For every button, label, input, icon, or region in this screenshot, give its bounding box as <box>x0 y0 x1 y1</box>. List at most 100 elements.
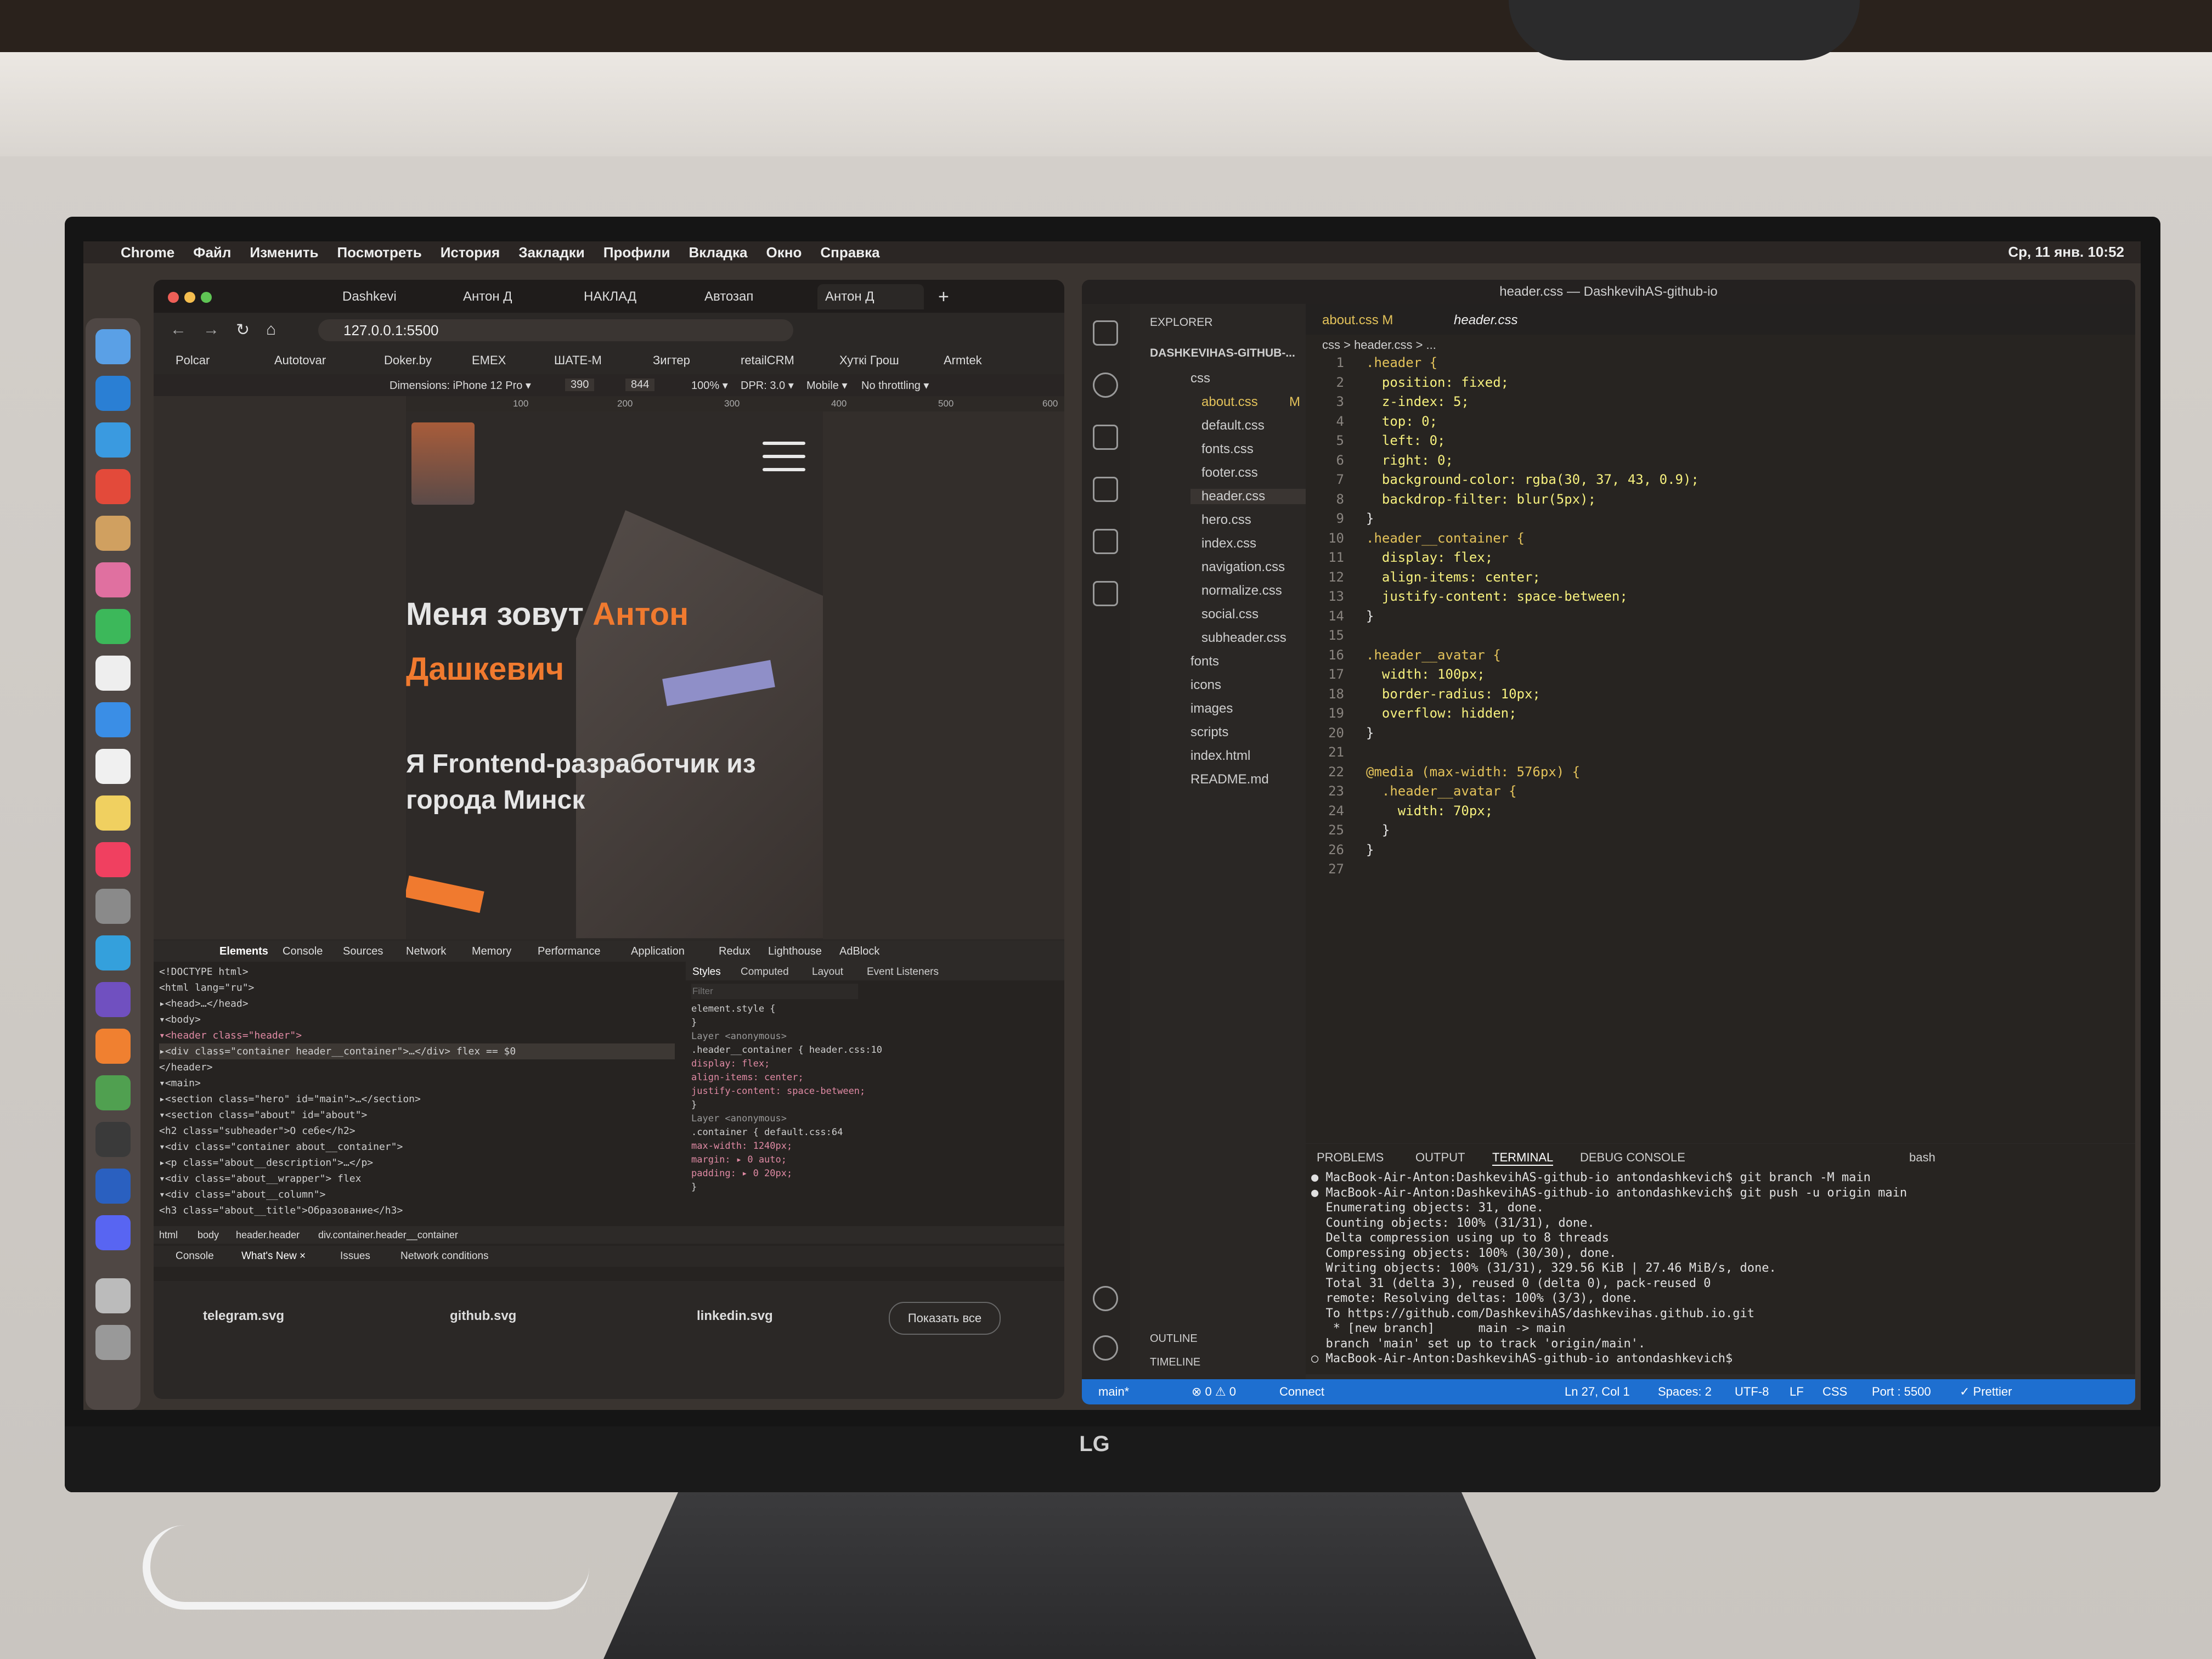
width-input[interactable]: 390 <box>565 379 595 391</box>
panel-tab-output[interactable]: OUTPUT <box>1415 1150 1465 1165</box>
word-icon[interactable] <box>95 1169 131 1204</box>
figma-icon[interactable] <box>95 1122 131 1157</box>
code-line[interactable]: align-items: center; <box>1366 568 1541 588</box>
style-line[interactable]: max-width: 1240px; <box>691 1139 1059 1153</box>
code-line[interactable]: .header { <box>1366 353 1437 373</box>
dpr-select[interactable]: DPR: 3.0 ▾ <box>741 379 794 392</box>
folder-images[interactable]: images <box>1190 701 1233 716</box>
code-line[interactable]: } <box>1366 724 1374 743</box>
appstore-icon[interactable] <box>95 702 131 737</box>
dom-line[interactable]: ▾<div class="about__column"> <box>159 1187 675 1203</box>
menu-item-view[interactable]: Посмотреть <box>337 244 421 261</box>
file-index-html[interactable]: index.html <box>1190 748 1250 764</box>
eol[interactable]: LF <box>1790 1385 1804 1399</box>
bookmark-polcar[interactable]: Polcar <box>176 353 210 368</box>
code-line[interactable]: position: fixed; <box>1366 373 1509 393</box>
prettier-indicator[interactable]: ✓ Prettier <box>1960 1385 2012 1399</box>
port-indicator[interactable]: Port : 5500 <box>1872 1385 1931 1399</box>
node-icon[interactable] <box>95 1075 131 1110</box>
throttle-select[interactable]: No throttling ▾ <box>861 379 929 392</box>
folder-icons[interactable]: icons <box>1190 678 1221 693</box>
code-line[interactable]: } <box>1366 821 1390 840</box>
safari-icon[interactable] <box>95 422 131 458</box>
dom-line[interactable]: ▾<section class="about" id="about"> <box>159 1107 675 1123</box>
devtools-tab-redux[interactable]: Redux <box>719 945 751 958</box>
bookmark-hutki[interactable]: Хуткі Грош <box>839 353 899 368</box>
code-line[interactable]: overflow: hidden; <box>1366 704 1517 724</box>
dom-line[interactable]: <h3 class="about__title">Образование</h3… <box>159 1203 675 1218</box>
dom-line[interactable]: ▾<body> <box>159 1012 675 1028</box>
editor-breadcrumb[interactable]: css > header.css > ... <box>1322 338 1436 352</box>
tab-2[interactable]: Антон Д <box>455 284 512 309</box>
dom-line[interactable]: ▾<div class="container about__container"… <box>159 1139 675 1155</box>
viber-icon[interactable] <box>95 982 131 1017</box>
bookmark-retailcrm[interactable]: retailCRM <box>741 353 794 368</box>
style-line[interactable]: .header__container { header.css:10 <box>691 1043 1059 1057</box>
breadcrumb-container[interactable]: div.container.header__container <box>318 1229 458 1241</box>
burger-menu-icon[interactable] <box>763 442 805 473</box>
code-line[interactable]: border-radius: 10px; <box>1366 685 1541 704</box>
code-line[interactable]: left: 0; <box>1366 431 1446 451</box>
cursor-position[interactable]: Ln 27, Col 1 <box>1565 1385 1630 1399</box>
drawer-tab-issues[interactable]: Issues <box>340 1250 370 1262</box>
code-line[interactable]: @media (max-width: 576px) { <box>1366 763 1580 782</box>
code-line[interactable]: width: 100px; <box>1366 665 1485 685</box>
sketch-icon[interactable] <box>95 1029 131 1064</box>
dom-line[interactable]: ▾<header class="header"> <box>159 1028 675 1043</box>
shell-select[interactable]: bash <box>1909 1150 1936 1165</box>
notes-icon[interactable] <box>95 795 131 831</box>
devtools-tab-network[interactable]: Network <box>406 945 446 958</box>
code-line[interactable]: display: flex; <box>1366 548 1493 568</box>
code-line[interactable]: top: 0; <box>1366 412 1437 432</box>
close-window-button[interactable] <box>168 292 179 303</box>
home-icon[interactable]: ⌂ <box>266 320 276 339</box>
devtools-tab-lighthouse[interactable]: Lighthouse <box>768 945 822 958</box>
terminal-output[interactable]: ● MacBook-Air-Anton:DashkevihAS-github-i… <box>1311 1170 2129 1368</box>
breadcrumb-header[interactable]: header.header <box>236 1229 300 1241</box>
menu-item-edit[interactable]: Изменить <box>250 244 318 261</box>
device-select[interactable]: Dimensions: iPhone 12 Pro ▾ <box>390 379 531 392</box>
download-linkedin[interactable]: linkedin.svg <box>697 1308 773 1324</box>
code-line[interactable]: background-color: rgba(30, 37, 43, 0.9); <box>1366 470 1699 490</box>
bookmark-armtek[interactable]: Armtek <box>944 353 982 368</box>
dom-line[interactable]: ▾<main> <box>159 1075 675 1091</box>
devtools-tab-sources[interactable]: Sources <box>343 945 383 958</box>
menu-item-history[interactable]: История <box>441 244 500 261</box>
menu-item-window[interactable]: Окно <box>766 244 802 261</box>
breadcrumb-body[interactable]: body <box>198 1229 219 1241</box>
launchpad-icon[interactable] <box>95 516 131 551</box>
problems-indicator[interactable]: ⊗ 0 ⚠ 0 <box>1192 1385 1236 1399</box>
dom-line[interactable]: <h2 class="subheader">О себе</h2> <box>159 1123 675 1139</box>
encoding[interactable]: UTF-8 <box>1735 1385 1769 1399</box>
downloads-icon[interactable] <box>95 1278 131 1313</box>
zoom-select[interactable]: 100% ▾ <box>691 379 728 392</box>
show-all-button[interactable]: Показать все <box>889 1302 1001 1335</box>
menu-item-tab[interactable]: Вкладка <box>689 244 747 261</box>
download-telegram[interactable]: telegram.svg <box>203 1308 284 1324</box>
outline-section[interactable]: OUTLINE <box>1150 1333 1198 1345</box>
menu-item-file[interactable]: Файл <box>193 244 231 261</box>
avatar[interactable] <box>411 422 475 505</box>
facetime-icon[interactable] <box>95 609 131 644</box>
drawer-tab-console[interactable]: Console <box>176 1250 214 1262</box>
menu-item-chrome[interactable]: Chrome <box>121 244 174 261</box>
code-line[interactable]: right: 0; <box>1366 451 1453 471</box>
code-line[interactable]: z-index: 5; <box>1366 392 1469 412</box>
code-line[interactable]: .header__container { <box>1366 529 1525 549</box>
mobile-select[interactable]: Mobile ▾ <box>806 379 848 392</box>
panel-tab-terminal[interactable]: TERMINAL <box>1492 1150 1554 1166</box>
style-line[interactable]: align-items: center; <box>691 1071 1059 1085</box>
panel-tab-debug-console[interactable]: DEBUG CONSOLE <box>1580 1150 1685 1165</box>
discord-icon[interactable] <box>95 1215 131 1250</box>
styles-tab-layout[interactable]: Layout <box>812 965 843 979</box>
account-icon[interactable] <box>1093 1286 1118 1311</box>
breadcrumb-html[interactable]: html <box>159 1229 178 1241</box>
folder-scripts[interactable]: scripts <box>1190 725 1228 740</box>
folder-css[interactable]: css <box>1190 371 1210 386</box>
code-line[interactable]: } <box>1366 607 1374 627</box>
code-line[interactable]: } <box>1366 509 1374 529</box>
minimize-window-button[interactable] <box>184 292 195 303</box>
telegram-icon[interactable] <box>95 935 131 970</box>
style-line[interactable]: display: flex; <box>691 1057 1059 1071</box>
download-github[interactable]: github.svg <box>450 1308 516 1324</box>
